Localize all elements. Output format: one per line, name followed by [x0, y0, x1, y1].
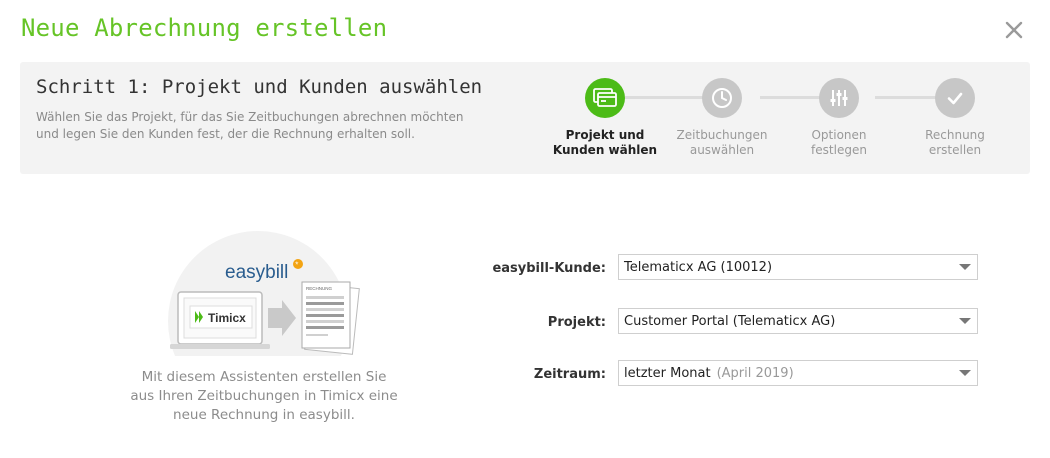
close-button[interactable]	[1002, 18, 1026, 42]
dropdown-arrow-icon	[959, 264, 971, 270]
wizard-step-4-circle[interactable]	[935, 78, 975, 118]
invoice-cards-icon	[593, 88, 617, 107]
close-icon	[1005, 21, 1023, 39]
wizard-step-1-label: Projekt und Kunden wählen	[552, 128, 658, 157]
project-label: Projekt:	[547, 315, 606, 330]
customer-label: easybill-Kunde:	[492, 261, 606, 276]
step-header-panel: Schritt 1: Projekt und Kunden auswählen …	[20, 62, 1030, 174]
integration-illustration: Timicx RECHNUNG easybill *	[168, 226, 368, 411]
svg-text:*: *	[295, 261, 298, 270]
project-select[interactable]: Customer Portal (Telematicx AG)	[618, 308, 978, 334]
dialog-title: Neue Abrechnung erstellen	[21, 14, 388, 42]
dropdown-arrow-icon	[959, 370, 971, 376]
wizard-step-2-label: Zeitbuchungen auswählen	[676, 128, 768, 157]
sliders-icon	[830, 90, 848, 106]
clock-icon	[712, 88, 732, 108]
intro-text: Mit diesem Assistenten erstellen Sie aus…	[130, 369, 398, 423]
wizard-step-4-label: Rechnung erstellen	[925, 128, 985, 157]
dropdown-arrow-icon	[959, 318, 971, 324]
step-title: Schritt 1: Projekt und Kunden auswählen	[36, 76, 483, 98]
customer-select-value: Telematicx AG (10012)	[624, 260, 773, 275]
wizard-step-3-label: Optionen festlegen	[811, 128, 867, 157]
invoice-document-header: RECHNUNG	[306, 286, 333, 291]
period-hint: (April 2019)	[716, 366, 794, 381]
period-select-value: letzter Monat (April 2019)	[624, 366, 794, 381]
period-select[interactable]: letzter Monat (April 2019)	[618, 360, 978, 386]
customer-select[interactable]: Telematicx AG (10012)	[618, 254, 978, 280]
wizard-step-1-circle[interactable]	[585, 78, 625, 118]
timicx-logo: Timicx	[208, 311, 246, 325]
period-label: Zeitraum:	[533, 367, 606, 382]
checkmark-icon	[947, 92, 963, 105]
step-description: Wählen Sie das Projekt, für das Sie Zeit…	[36, 110, 464, 141]
wizard-step-2-circle[interactable]	[702, 78, 742, 118]
easybill-logo: easybill	[225, 262, 288, 283]
wizard-step-3-circle[interactable]	[819, 78, 859, 118]
project-select-value: Customer Portal (Telematicx AG)	[624, 314, 836, 329]
